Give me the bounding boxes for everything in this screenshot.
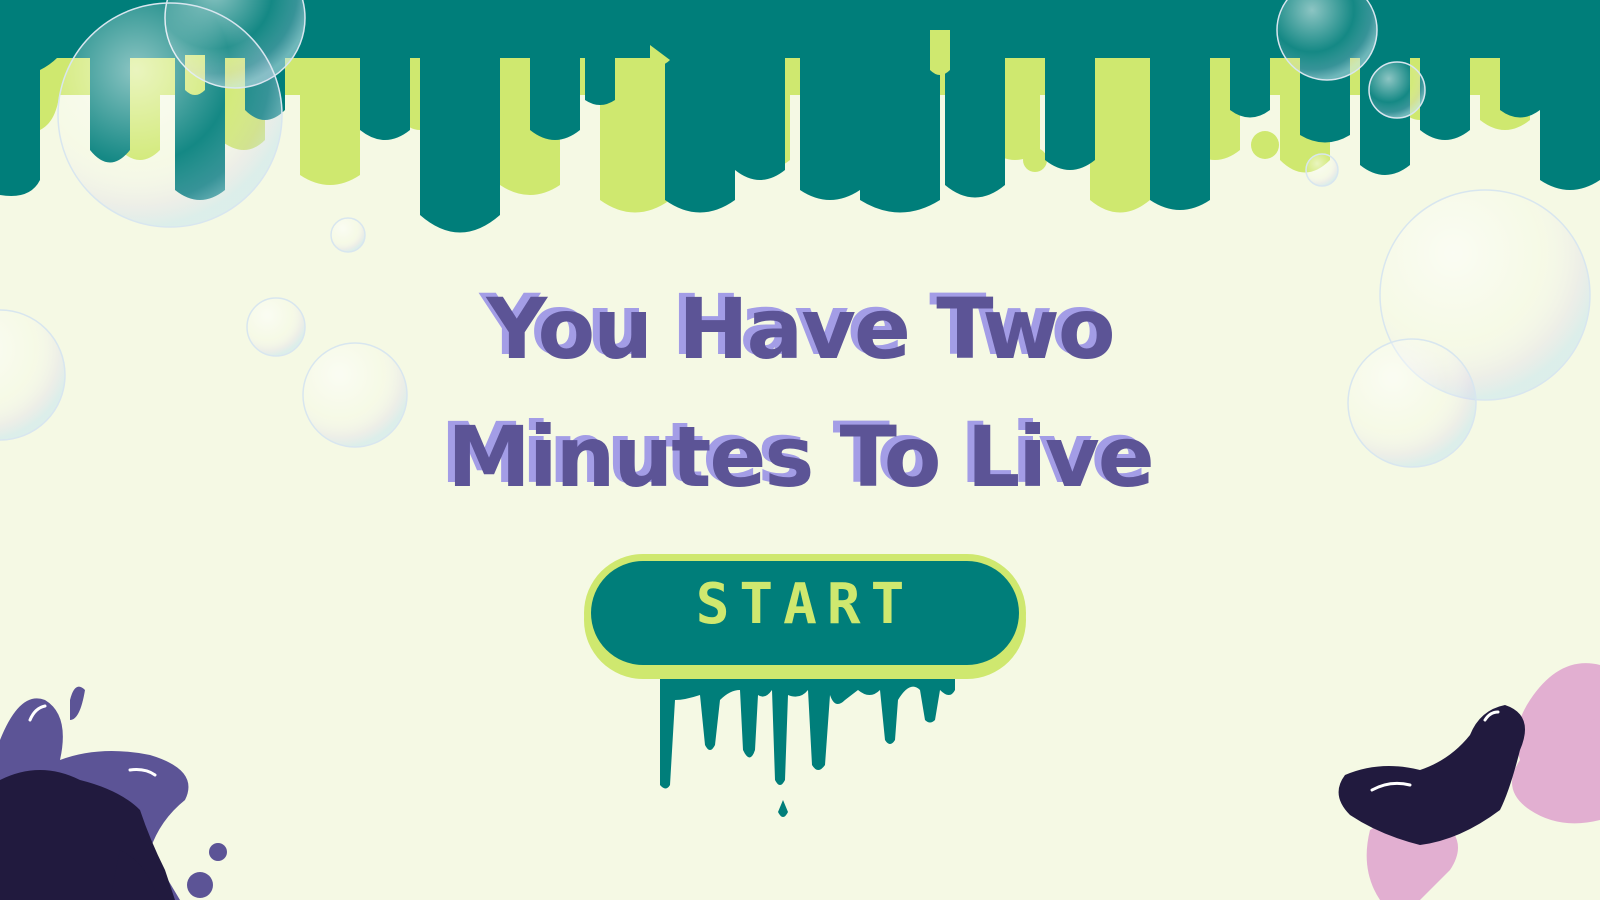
paint-splat-icon bbox=[0, 686, 227, 900]
game-title-line-2: Minutes To Live bbox=[447, 408, 1155, 506]
paint-splat-icon bbox=[1338, 663, 1600, 900]
game-title-screen: You Have Two Minutes To Live START bbox=[0, 0, 1600, 900]
start-button[interactable]: START bbox=[580, 550, 1030, 817]
game-title-line-1: You Have Two bbox=[486, 280, 1115, 378]
start-button-label: START bbox=[695, 572, 915, 637]
